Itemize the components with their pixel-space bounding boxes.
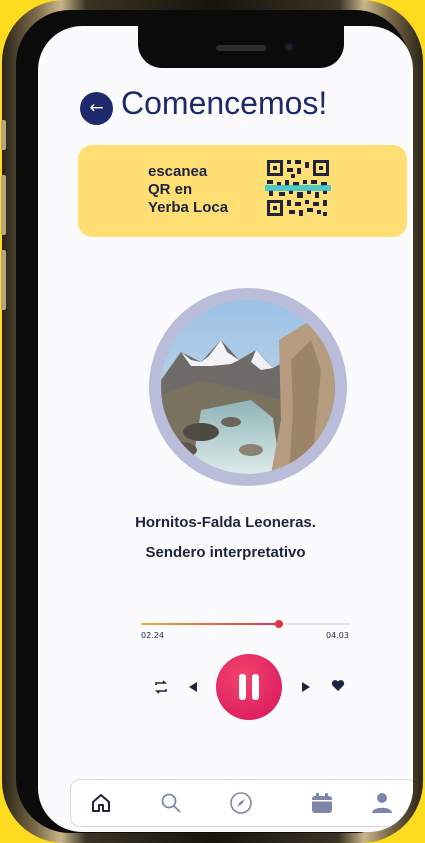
home-icon — [92, 794, 110, 812]
phone-notch — [138, 26, 344, 68]
previous-button[interactable] — [188, 680, 198, 696]
elapsed-time: 02.24 — [141, 631, 164, 640]
volume-down-button — [1, 250, 6, 310]
repeat-button[interactable] — [153, 680, 169, 697]
heart-icon — [331, 680, 345, 691]
nav-search[interactable] — [157, 789, 185, 817]
qr-instructions: escanea QR en Yerba Loca — [148, 163, 228, 217]
qr-code-icon — [265, 158, 331, 218]
calendar-icon — [312, 793, 332, 813]
total-time: 04.03 — [326, 631, 349, 640]
nav-home[interactable] — [87, 789, 115, 817]
earpiece-speaker — [216, 45, 266, 51]
nav-explore[interactable] — [227, 789, 255, 817]
progress-fill — [141, 623, 279, 625]
phone-bezel: ← Comencemos! escanea QR en Yerba Loca H… — [16, 10, 413, 833]
qr-line-2: QR en — [148, 181, 193, 198]
pause-icon — [239, 674, 246, 700]
pause-button[interactable] — [216, 654, 282, 720]
arrow-left-icon: ← — [89, 98, 104, 118]
page-title: Comencemos! — [121, 85, 328, 121]
compass-icon — [230, 792, 252, 814]
next-button[interactable] — [301, 680, 311, 696]
next-icon — [302, 682, 310, 692]
trail-photo — [161, 300, 335, 474]
qr-line-1: escanea — [148, 163, 208, 180]
front-camera — [284, 42, 294, 52]
nav-calendar[interactable] — [308, 789, 336, 817]
qr-line-3: Yerba Loca — [148, 199, 229, 216]
volume-up-button — [1, 175, 6, 235]
track-title: Hornitos-Falda Leoneras. — [135, 514, 316, 531]
album-art — [149, 288, 347, 486]
nav-profile[interactable] — [368, 789, 396, 817]
search-icon — [161, 793, 181, 813]
repeat-icon — [155, 680, 167, 694]
previous-icon — [189, 682, 197, 692]
progress-knob[interactable] — [274, 620, 283, 628]
track-subtitle: Sendero interpretativo — [145, 544, 306, 561]
back-button[interactable]: ← — [80, 92, 113, 125]
app-screen: ← Comencemos! escanea QR en Yerba Loca H… — [38, 26, 413, 832]
mountain-stream-image — [161, 300, 335, 474]
progress-bar[interactable] — [141, 620, 350, 628]
phone-frame: ← Comencemos! escanea QR en Yerba Loca H… — [1, 0, 423, 843]
mute-switch — [1, 120, 6, 150]
qr-scan-card[interactable]: escanea QR en Yerba Loca — [78, 145, 407, 237]
bottom-nav — [70, 779, 413, 827]
profile-icon — [372, 793, 392, 813]
like-button[interactable] — [331, 679, 345, 695]
